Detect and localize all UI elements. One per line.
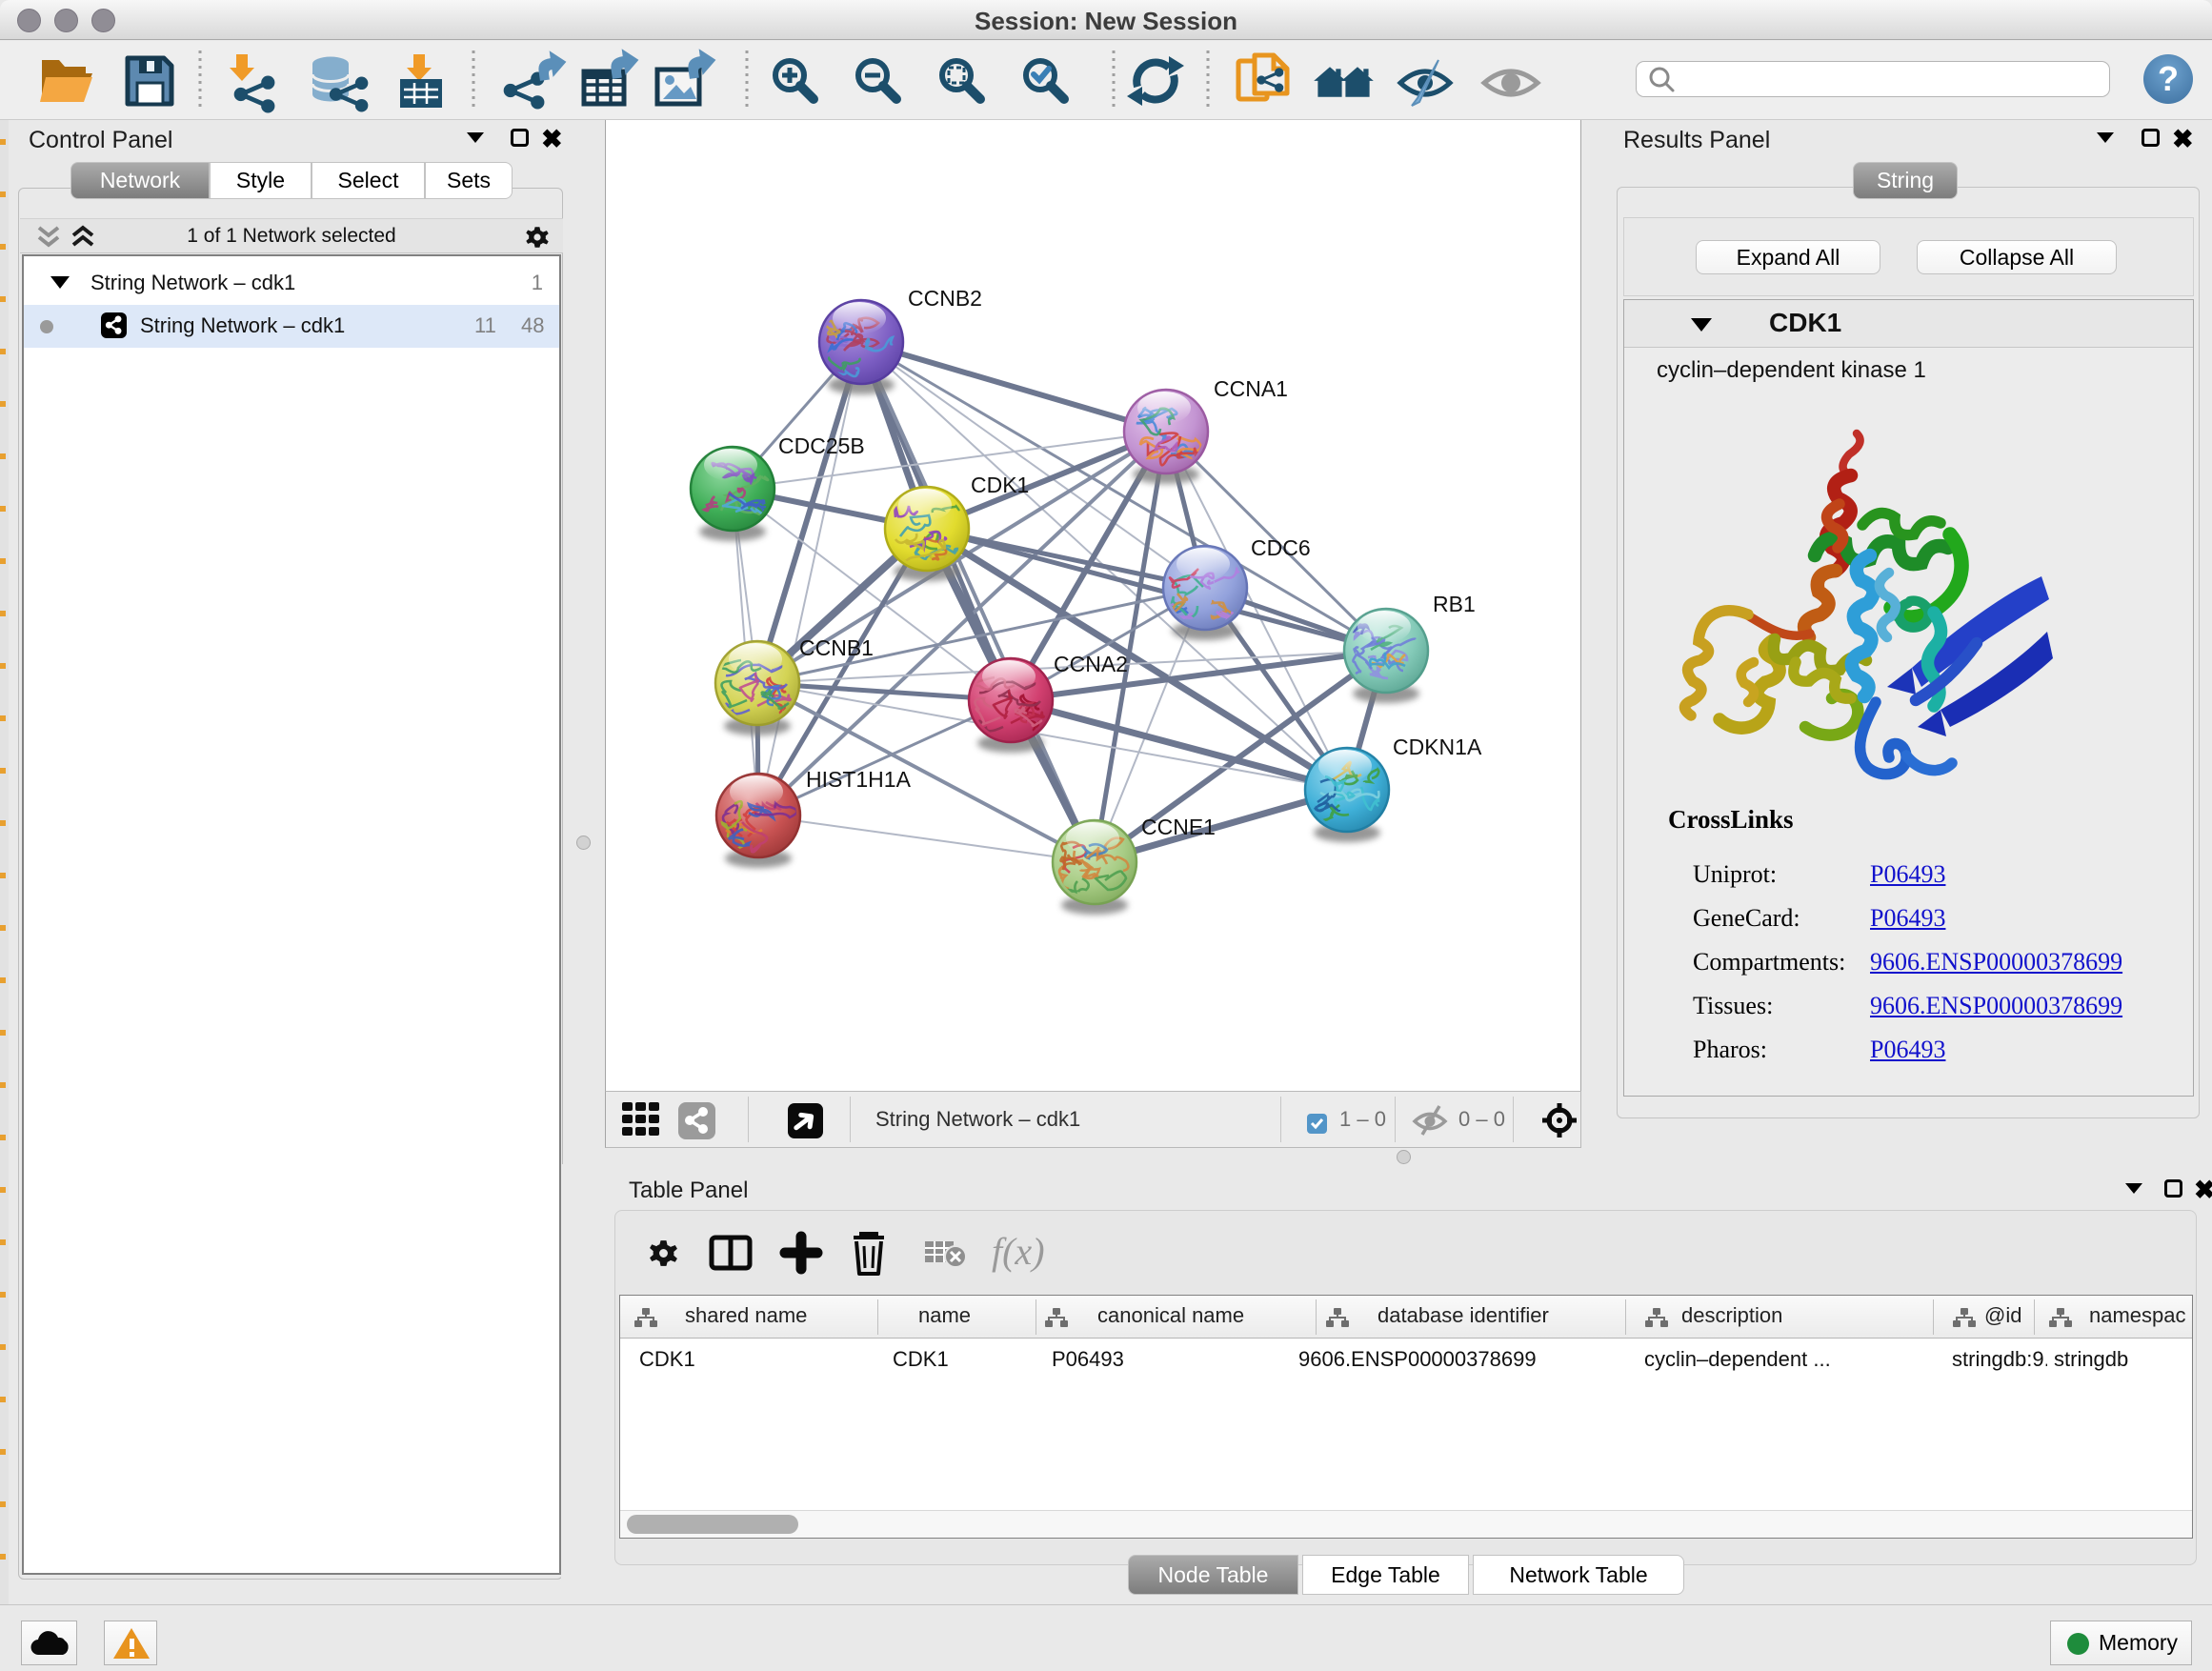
svg-text:RB1: RB1	[1433, 592, 1476, 616]
svg-text:CCNB2: CCNB2	[908, 286, 982, 311]
svg-text:HIST1H1A: HIST1H1A	[806, 767, 912, 792]
svg-text:CCNE1: CCNE1	[1141, 815, 1216, 839]
svg-text:CCNA1: CCNA1	[1214, 376, 1288, 401]
svg-text:f(x): f(x)	[992, 1230, 1045, 1273]
svg-text:CDC25B: CDC25B	[778, 433, 865, 458]
svg-text:CDK1: CDK1	[971, 473, 1029, 497]
svg-text:CDC6: CDC6	[1251, 535, 1311, 560]
svg-text:CDKN1A: CDKN1A	[1393, 735, 1482, 759]
svg-text:CCNA2: CCNA2	[1054, 652, 1128, 676]
svg-text:CCNB1: CCNB1	[799, 635, 874, 660]
